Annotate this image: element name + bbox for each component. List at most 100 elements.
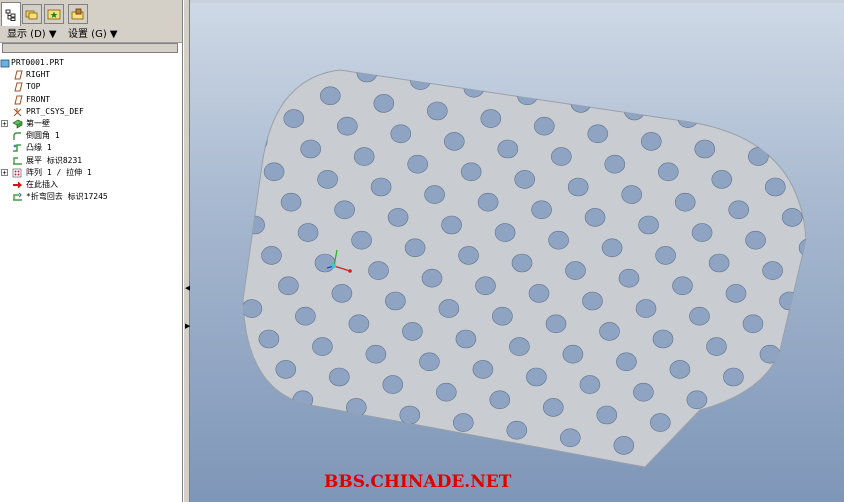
hole — [402, 322, 423, 341]
hole — [745, 230, 766, 250]
tree-expander-icon[interactable]: + — [1, 120, 8, 128]
hole — [633, 382, 654, 402]
hole — [691, 223, 713, 242]
hole — [526, 367, 547, 387]
display-menu-button[interactable]: 显示 (D) ▼ — [3, 26, 61, 41]
hole — [723, 367, 744, 387]
tree-item-label: TOP — [26, 82, 41, 92]
tree-filter-bar[interactable] — [2, 43, 178, 53]
hole — [764, 177, 786, 197]
tree-item-label: PRT_CSYS_DEF — [26, 106, 84, 116]
hole — [562, 344, 584, 364]
hole — [523, 451, 545, 467]
hole — [416, 436, 438, 455]
hole — [441, 215, 462, 235]
hole — [677, 109, 699, 128]
panel-splitter[interactable]: ◀ ▶ — [183, 0, 190, 502]
settings-menu-button[interactable]: 设置 (G) ▼ — [64, 26, 122, 41]
bend-back-icon — [12, 191, 23, 203]
hole — [222, 353, 242, 371]
watermark-text: BBS.CHINADE.NET — [324, 472, 512, 492]
hole — [351, 230, 372, 250]
part-icon — [0, 57, 11, 69]
hole — [706, 337, 727, 356]
hole — [669, 360, 691, 379]
hole — [475, 276, 496, 296]
hole — [660, 78, 682, 98]
hole — [621, 185, 643, 204]
hole — [553, 70, 575, 83]
sheetmetal-part-model[interactable] — [190, 0, 844, 502]
pattern-icon — [12, 167, 23, 179]
hole — [353, 147, 375, 166]
tab-favorites[interactable] — [44, 4, 64, 24]
tree-item-label: RIGHT — [26, 70, 51, 80]
hole — [328, 367, 350, 387]
expand-right-icon[interactable]: ▶ — [185, 322, 190, 330]
hole — [390, 124, 412, 144]
hole — [404, 238, 426, 258]
hole — [497, 139, 519, 159]
hole — [584, 208, 606, 227]
hole — [587, 124, 609, 144]
hole — [297, 223, 319, 242]
hole — [263, 162, 285, 182]
flange-icon — [12, 142, 23, 154]
hole — [511, 253, 533, 273]
hole — [781, 208, 803, 227]
hole — [582, 291, 603, 311]
hole — [292, 390, 314, 410]
csys-icon — [12, 106, 23, 118]
hole — [655, 246, 676, 265]
hole — [373, 94, 395, 113]
hole — [759, 344, 781, 364]
tab-folder-browser[interactable] — [22, 4, 42, 24]
tab-connections[interactable] — [68, 4, 88, 24]
tab-model-tree[interactable] — [1, 2, 21, 26]
hole — [494, 223, 516, 242]
hole — [514, 170, 536, 189]
tree-item-label: 凸缘 1 — [26, 143, 52, 153]
hole — [455, 329, 477, 349]
hole — [309, 420, 331, 440]
hole — [528, 284, 550, 303]
hole — [280, 192, 302, 212]
tree-expander-icon[interactable]: + — [1, 168, 8, 176]
hole — [243, 299, 263, 318]
graphics-viewport[interactable] — [190, 0, 844, 502]
hole — [303, 70, 324, 75]
hole — [243, 185, 248, 204]
hole — [779, 291, 800, 311]
hole — [385, 291, 406, 311]
hole — [368, 261, 389, 280]
hole — [694, 139, 716, 159]
hole — [689, 306, 710, 326]
hole — [550, 147, 572, 166]
hole — [492, 306, 513, 326]
hole — [618, 268, 640, 288]
hole — [424, 185, 445, 204]
unbend-icon — [12, 155, 23, 167]
hole — [607, 71, 628, 90]
hole — [447, 49, 467, 67]
collapse-left-icon[interactable]: ◀ — [185, 284, 190, 292]
hole — [365, 344, 387, 364]
hole — [317, 170, 338, 189]
hole — [725, 284, 747, 303]
hole — [674, 192, 696, 212]
hole — [312, 337, 333, 356]
datum-plane-icon — [12, 69, 23, 81]
datum-plane-icon — [12, 94, 23, 106]
hole — [326, 451, 347, 467]
hole — [542, 398, 564, 417]
hole — [243, 268, 246, 288]
tree-item-label: 倒圆角 1 — [26, 131, 60, 141]
hole — [613, 436, 635, 455]
hole — [399, 405, 421, 425]
hole — [657, 162, 679, 182]
hole — [801, 154, 806, 174]
hole — [426, 101, 448, 121]
hole — [630, 466, 652, 467]
tree-item-label: *折弯回去 标识17245 — [26, 192, 108, 202]
hole — [652, 329, 674, 349]
